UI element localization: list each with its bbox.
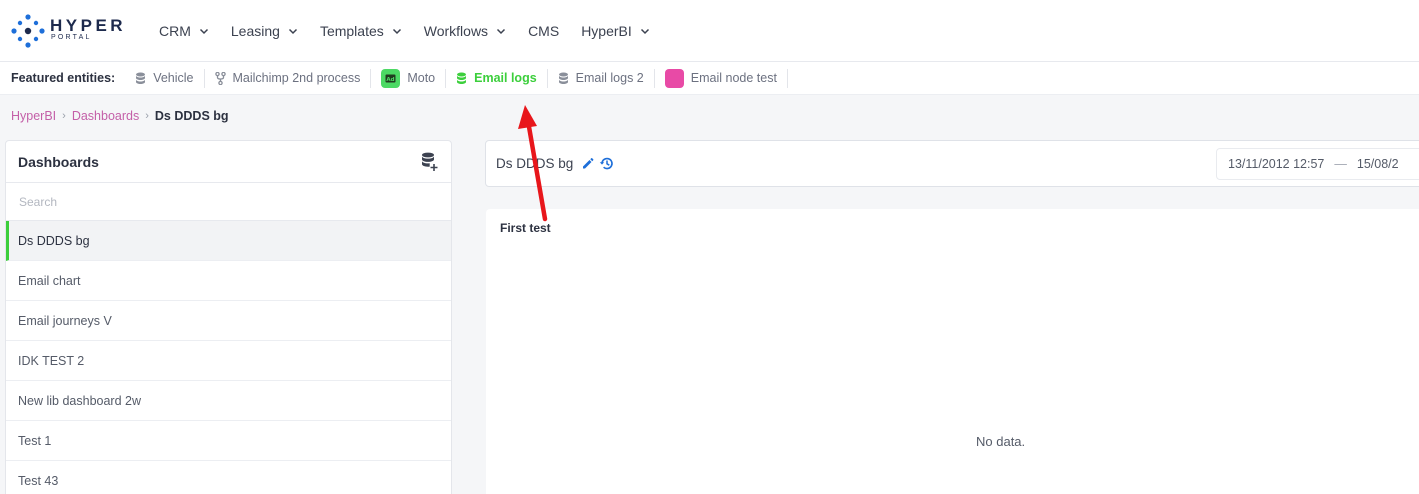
- sidebar-item-label: New lib dashboard 2w: [18, 393, 141, 408]
- sidebar-item-email-journeys-v[interactable]: Email journeys V: [6, 301, 451, 341]
- featured-item-label: Email logs 2: [575, 71, 644, 85]
- sidebar-item-label: Test 1: [18, 433, 52, 448]
- history-icon[interactable]: [599, 156, 614, 171]
- ad-square-icon: Ad: [381, 68, 401, 88]
- nav-item-leasing[interactable]: Leasing: [231, 23, 298, 39]
- featured-item-label: Vehicle: [153, 71, 194, 85]
- featured-entities-label: Featured entities:: [11, 71, 116, 85]
- sidebar-item-email-chart[interactable]: Email chart: [6, 261, 451, 301]
- sidebar-item-label: Email chart: [18, 273, 81, 288]
- dashboards-sidebar: Dashboards Ds DDDS bg Email chart Email …: [5, 140, 452, 494]
- date-from: 13/11/2012 12:57: [1228, 157, 1325, 171]
- sidebar-item-label: Test 43: [18, 473, 59, 488]
- featured-item-email-node-test[interactable]: Email node test: [655, 68, 788, 88]
- chevron-down-icon: [392, 28, 401, 35]
- nav-item-hyperbi[interactable]: HyperBI: [581, 23, 650, 39]
- add-database-icon[interactable]: [421, 152, 439, 172]
- pink-square-icon: [664, 68, 684, 88]
- featured-entities-bar: Featured entities: Vehicle Mailchimp 2nd…: [0, 62, 1419, 95]
- nav-item-workflows[interactable]: Workflows: [424, 23, 506, 39]
- featured-item-email-logs[interactable]: Email logs: [446, 68, 548, 88]
- featured-item-moto[interactable]: Ad Moto: [371, 68, 447, 88]
- nav-item-label: Workflows: [423, 23, 489, 39]
- database-icon: [456, 72, 467, 85]
- breadcrumb-link-hyperbi[interactable]: HyperBI: [11, 109, 56, 123]
- breadcrumb: HyperBI › Dashboards › Ds DDDS bg: [11, 109, 229, 123]
- chevron-down-icon: [497, 28, 506, 35]
- logo-wordmark: HYPER: [50, 16, 127, 35]
- chevron-down-icon: [288, 28, 297, 35]
- sidebar-item-test-43[interactable]: Test 43: [6, 461, 451, 494]
- sidebar-search: [6, 183, 451, 221]
- date-range-separator: —: [1334, 157, 1347, 171]
- nav-item-crm[interactable]: CRM: [159, 23, 209, 39]
- sidebar-item-label: IDK TEST 2: [18, 353, 85, 368]
- top-navigation-bar: HYPER PORTAL CRM Leasing Templates Workf…: [0, 0, 1419, 62]
- sidebar-item-label: Ds DDDS bg: [18, 233, 90, 248]
- chevron-down-icon: [640, 28, 649, 35]
- sidebar-item-ds-ddds-bg[interactable]: Ds DDDS bg: [6, 221, 451, 261]
- featured-item-label: Email logs: [474, 71, 537, 85]
- nav-item-label: HyperBI: [581, 23, 632, 39]
- nav-item-cms[interactable]: CMS: [528, 23, 559, 39]
- sidebar-header: Dashboards: [6, 141, 451, 183]
- logo-subtitle: PORTAL: [51, 34, 92, 41]
- sidebar-item-label: Email journeys V: [18, 313, 112, 328]
- featured-item-label: Email node test: [690, 71, 777, 85]
- logo-dots-icon: [11, 14, 45, 48]
- database-icon: [135, 72, 146, 85]
- chevron-down-icon: [199, 28, 208, 35]
- annotation-arrow-icon: [518, 105, 548, 222]
- nav-item-label: Leasing: [230, 23, 280, 39]
- date-range-picker[interactable]: 13/11/2012 12:57 — 15/08/2: [1216, 148, 1419, 180]
- hyper-portal-logo[interactable]: HYPER PORTAL: [10, 13, 123, 49]
- dashboard-header: Ds DDDS bg 13/11/2012 12:57 — 15/08/2: [485, 140, 1419, 187]
- chart-widget: First test No data.: [486, 209, 1419, 494]
- breadcrumb-link-dashboards[interactable]: Dashboards: [72, 109, 139, 123]
- sidebar-item-idk-test-2[interactable]: IDK TEST 2: [6, 341, 451, 381]
- fork-icon: [214, 71, 226, 85]
- nav-item-label: CMS: [528, 23, 560, 39]
- main-menu: CRM Leasing Templates Workflows CMS Hype…: [159, 0, 672, 62]
- search-input[interactable]: [19, 194, 419, 209]
- no-data-message: No data.: [976, 434, 1026, 449]
- date-to: 15/08/2: [1356, 157, 1399, 171]
- sidebar-title: Dashboards: [18, 153, 99, 170]
- nav-item-label: Templates: [319, 23, 384, 39]
- featured-item-mailchimp-2nd-process[interactable]: Mailchimp 2nd process: [205, 68, 372, 88]
- dashboard-tools: [581, 156, 619, 171]
- featured-item-label: Mailchimp 2nd process: [232, 71, 361, 85]
- breadcrumb-separator-icon: ›: [62, 110, 66, 122]
- nav-item-templates[interactable]: Templates: [320, 23, 402, 39]
- svg-text:Ad: Ad: [387, 76, 395, 82]
- nav-item-label: CRM: [159, 23, 191, 39]
- sidebar-item-test-1[interactable]: Test 1: [6, 421, 451, 461]
- featured-item-label: Moto: [407, 71, 436, 85]
- edit-pencil-icon[interactable]: [581, 157, 594, 170]
- featured-item-email-logs-2[interactable]: Email logs 2: [548, 68, 655, 88]
- sidebar-item-new-lib-dashboard-2w[interactable]: New lib dashboard 2w: [6, 381, 451, 421]
- featured-item-vehicle[interactable]: Vehicle: [125, 68, 205, 88]
- breadcrumb-current: Ds DDDS bg: [154, 109, 229, 123]
- database-icon: [558, 72, 569, 85]
- breadcrumb-separator-icon: ›: [145, 110, 149, 122]
